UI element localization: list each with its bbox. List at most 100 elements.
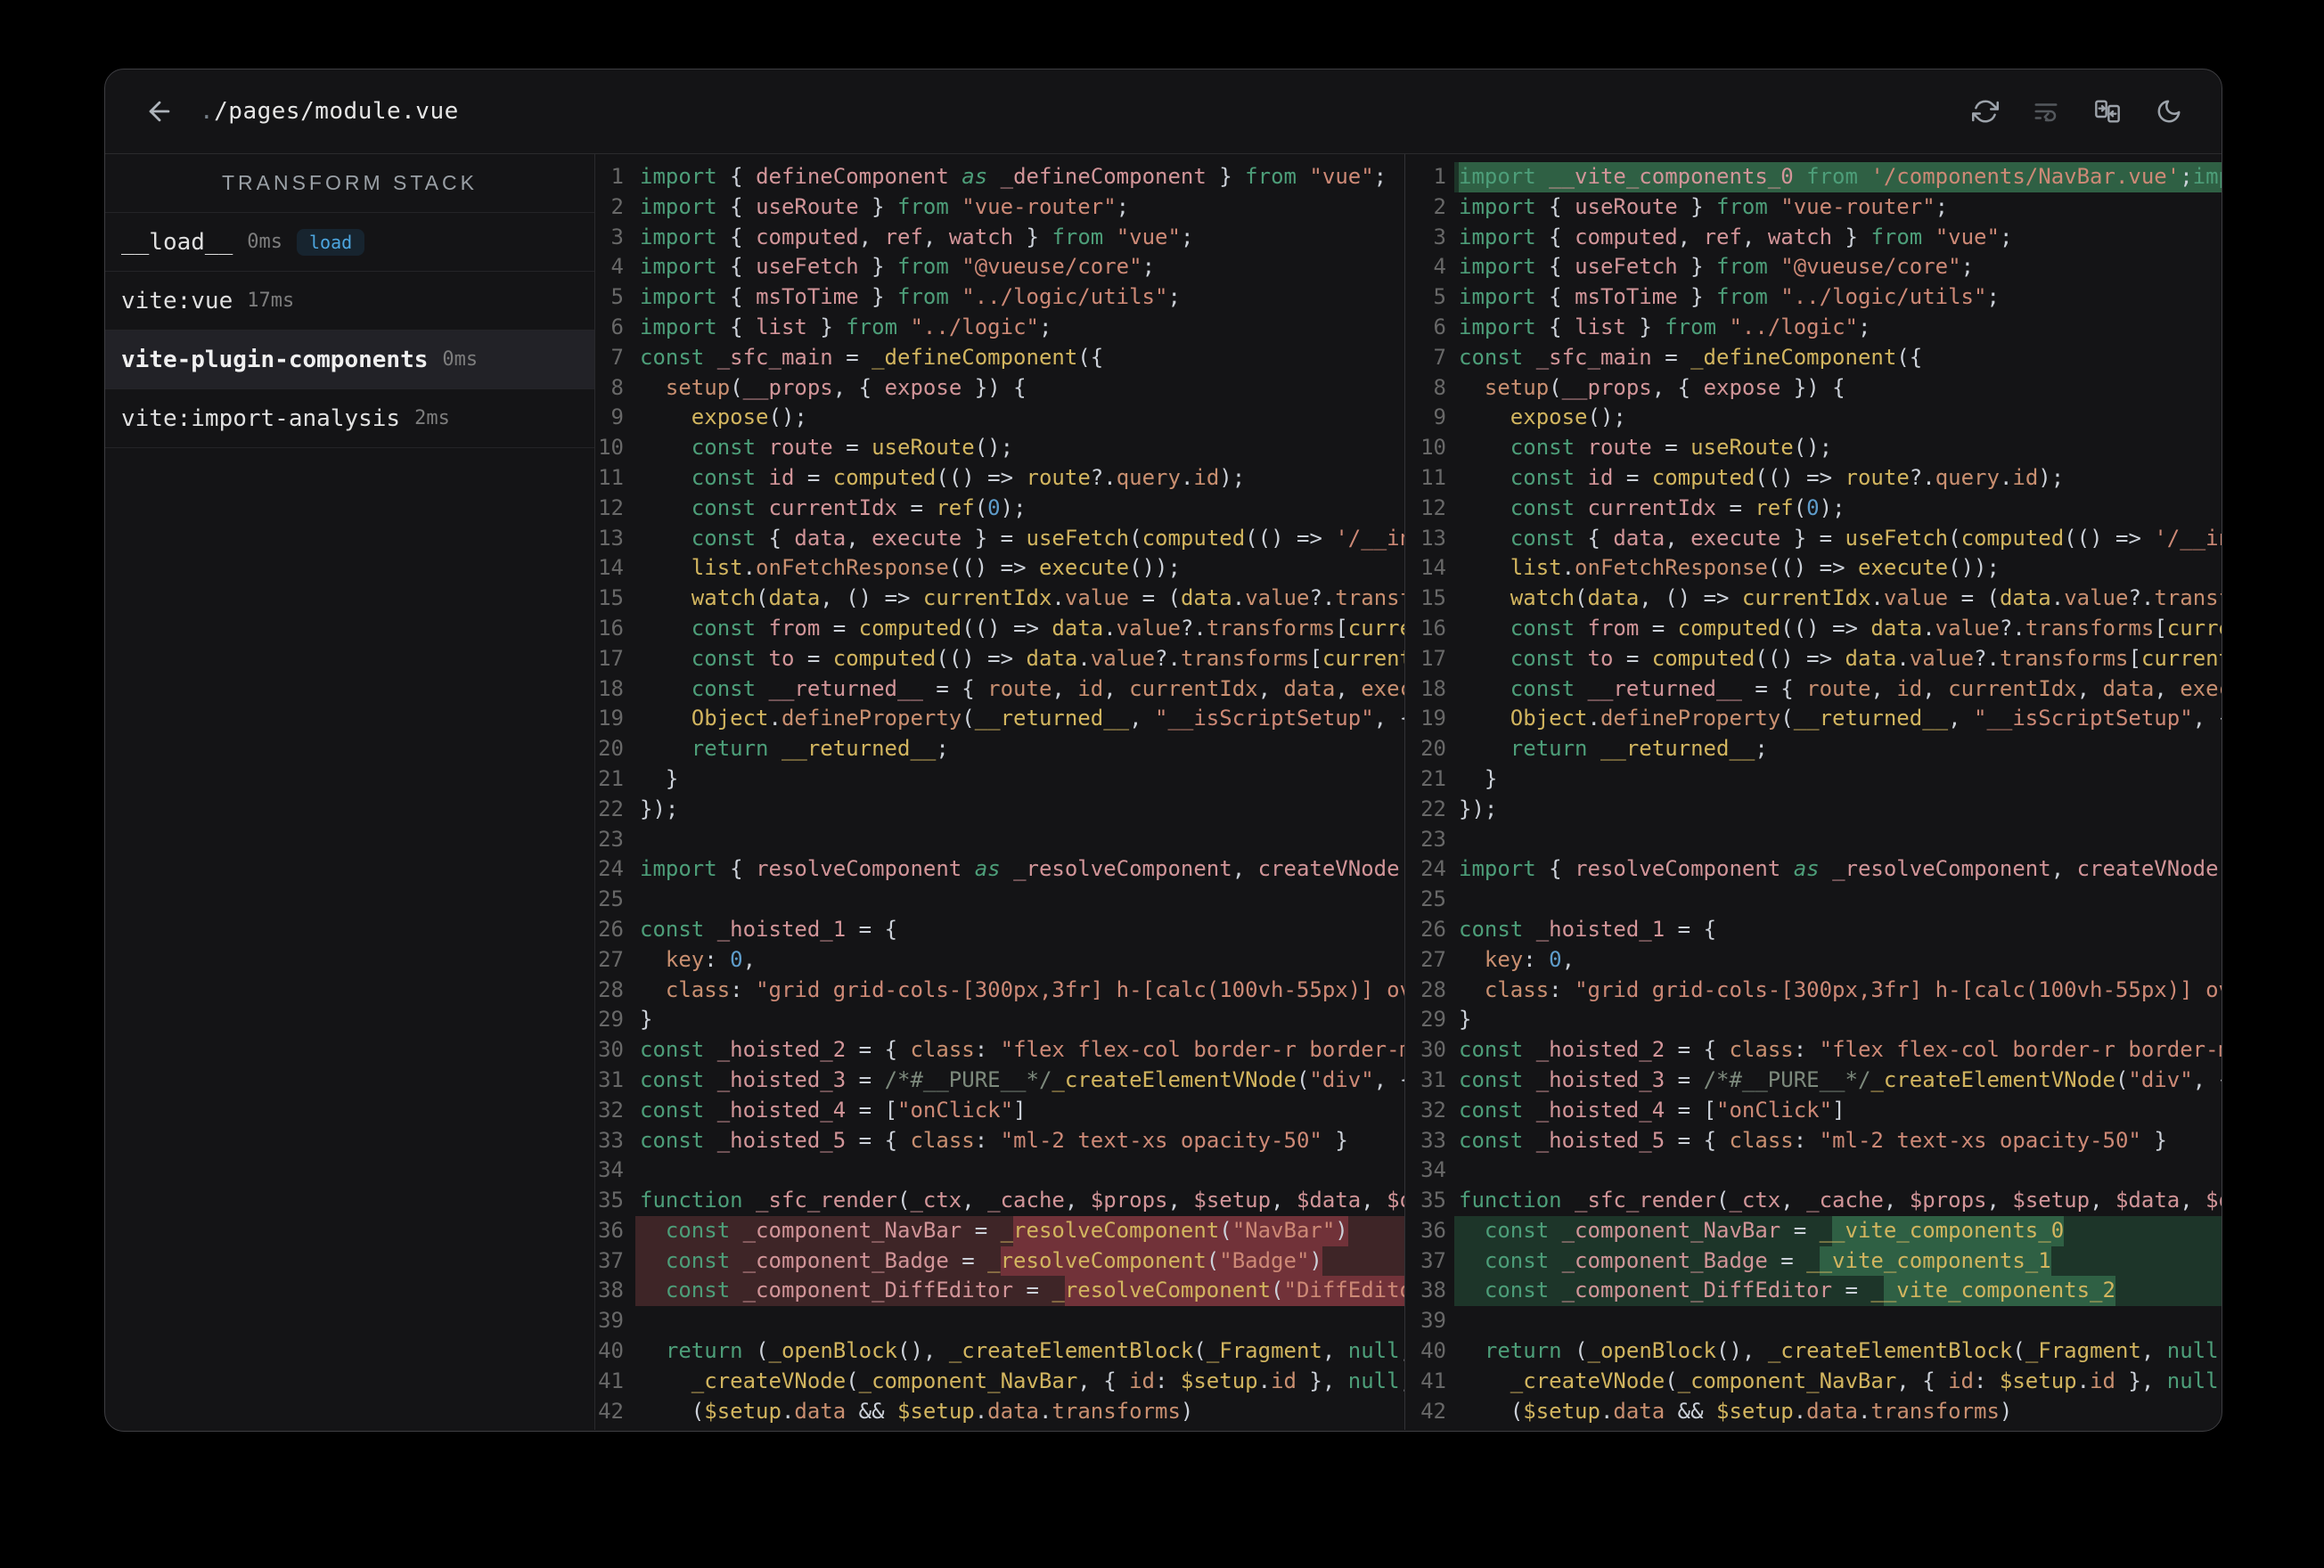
code-text: const _hoisted_1 = {	[640, 916, 898, 942]
line-number: 36	[1420, 1217, 1446, 1243]
line-number: 1	[1433, 164, 1446, 189]
line-number: 13	[598, 525, 624, 551]
line-number: 41	[1420, 1368, 1446, 1393]
code-line: 2 import { useRoute } from "vue-router";	[595, 192, 1404, 223]
sidebar-item-vite-import-analysis[interactable]: vite:import-analysis 2ms	[105, 389, 594, 448]
code-text: const from = computed(() => data.value?.…	[691, 615, 1404, 641]
side-by-side-button[interactable]	[2093, 97, 2122, 126]
refresh-button[interactable]	[1972, 98, 1999, 125]
sidebar-item-load[interactable]: __load__ 0ms load	[105, 213, 594, 272]
code-line: 18 const __returned__ = { route, id, cur…	[595, 674, 1404, 705]
code-line: 35 function _sfc_render(_ctx, _cache, $pr…	[595, 1186, 1404, 1216]
code-text: import { useRoute } from "vue-router";	[640, 193, 1130, 219]
main-area: TRANSFORM STACK __load__ 0ms load vite:vue 1…	[105, 154, 2222, 1430]
diff-added-line: import __vite_components_0 from '/compon…	[1454, 162, 2222, 192]
plugin-time: 0ms	[247, 231, 282, 253]
line-number: 29	[598, 1007, 624, 1033]
back-button[interactable]	[144, 96, 175, 127]
plugin-name: vite:import-analysis	[121, 404, 401, 432]
code-line: 16 const from = computed(() => data.valu…	[595, 614, 1404, 644]
diff-removed-line: const _component_DiffEditor = _resolveCo…	[635, 1276, 1404, 1307]
code-line: 23	[1405, 825, 2222, 855]
code-text: ($setup.data && $setup.data.transforms)	[691, 1398, 1194, 1424]
code-line: 38 const _component_DiffEditor = __vite_…	[1405, 1276, 2222, 1307]
line-number: 22	[1420, 796, 1446, 821]
line-number: 29	[1420, 1007, 1446, 1033]
diff-removed-line: const _component_Badge = _resolveCompone…	[635, 1245, 1404, 1277]
line-number: 20	[598, 736, 624, 762]
code-line: 17 const to = computed(() => data.value?…	[1405, 644, 2222, 674]
code-text: import { msToTime } from "../logic/utils…	[640, 284, 1181, 310]
dark-mode-button[interactable]	[2156, 98, 2182, 125]
code-line: 40 return (_openBlock(), _createElementB…	[1405, 1336, 2222, 1367]
line-number: 34	[598, 1157, 624, 1183]
line-number: 37	[598, 1247, 624, 1273]
line-number: 40	[1420, 1338, 1446, 1364]
line-number: 25	[1420, 886, 1446, 912]
code-line: 35 function _sfc_render(_ctx, _cache, $pr…	[1405, 1186, 2222, 1216]
code-line: 2 import { useRoute } from "vue-router";	[1405, 192, 2222, 223]
line-number: 6	[610, 314, 624, 339]
code-text: const route = useRoute();	[691, 435, 1014, 461]
line-number: 28	[598, 976, 624, 1002]
code-line: 6 import { list } from "../logic";	[1405, 313, 2222, 343]
line-number: 24	[598, 856, 624, 882]
code-text: import { useFetch } from "@vueuse/core";	[640, 254, 1156, 280]
code-line: 32 const _hoisted_4 = ["onClick"]	[1405, 1096, 2222, 1126]
sidebar-item-vite-vue[interactable]: vite:vue 17ms	[105, 272, 594, 331]
line-number: 28	[1420, 976, 1446, 1002]
diff-pane-before[interactable]: 1 import { defineComponent as _defineComp…	[595, 154, 1405, 1430]
code-text: const _hoisted_3 = /*#__PURE__*/_createE…	[1459, 1066, 2222, 1092]
code-text: const _hoisted_2 = { class: "flex flex-c…	[1459, 1037, 2222, 1063]
code-line: 8 setup(__props, { expose }) {	[1405, 373, 2222, 404]
code-text: key: 0,	[665, 946, 757, 972]
code-line: 15 watch(data, () => currentIdx.value = …	[595, 584, 1404, 614]
code-line: 21 }	[1405, 764, 2222, 795]
code-line: 36 const _component_NavBar = __vite_comp…	[1405, 1215, 2222, 1246]
page-title-prefix: .	[200, 98, 215, 125]
code-line: 10 const route = useRoute();	[595, 433, 1404, 463]
diff-pane-after[interactable]: 1 import __vite_components_0 from '/compo…	[1405, 154, 2222, 1430]
code-line: 16 const from = computed(() => data.valu…	[1405, 614, 2222, 644]
line-number: 7	[1433, 344, 1446, 370]
code-line: 12 const currentIdx = ref(0);	[1405, 494, 2222, 524]
code-text: import { msToTime } from "../logic/utils…	[1459, 284, 2000, 310]
code-line: 6 import { list } from "../logic";	[595, 313, 1404, 343]
line-number: 26	[598, 916, 624, 942]
code-text: Object.defineProperty(__returned__, "__i…	[1510, 706, 2222, 731]
line-number: 31	[598, 1066, 624, 1092]
line-wrap-button[interactable]	[2033, 98, 2059, 125]
line-number: 19	[1420, 706, 1446, 731]
code-line: 7 const _sfc_main = _defineComponent({	[595, 343, 1404, 373]
code-line: 27 key: 0,	[595, 945, 1404, 976]
line-number: 23	[598, 826, 624, 852]
code-line: 34	[1405, 1156, 2222, 1186]
line-wrap-icon	[2033, 98, 2059, 125]
code-line: 21 }	[595, 764, 1404, 795]
diff-added-line: const _component_Badge = __vite_componen…	[1454, 1245, 2222, 1277]
code-line: 20 return __returned__;	[1405, 734, 2222, 764]
code-text: ($setup.data && $setup.data.transforms)	[1510, 1398, 2013, 1424]
line-number: 9	[610, 404, 624, 430]
line-number: 36	[598, 1217, 624, 1243]
code-text: const to = computed(() => data.value?.tr…	[1510, 645, 2222, 671]
code-line: 1 import __vite_components_0 from '/compo…	[1405, 162, 2222, 192]
line-number: 8	[1433, 374, 1446, 400]
line-number: 12	[1420, 494, 1446, 520]
code-text: function _sfc_render(_ctx, _cache, $prop…	[1459, 1188, 2222, 1213]
sidebar-item-vite-plugin-components[interactable]: vite-plugin-components 0ms	[105, 331, 594, 389]
code-text: const _sfc_main = _defineComponent({	[640, 344, 1104, 370]
line-number: 42	[598, 1398, 624, 1424]
code-line: 42 ($setup.data && $setup.data.transform…	[595, 1397, 1404, 1427]
code-text: const route = useRoute();	[1510, 435, 1833, 461]
code-line: 26 const _hoisted_1 = {	[1405, 915, 2222, 945]
code-text: watch(data, () => currentIdx.value = (da…	[691, 585, 1404, 611]
line-number: 18	[598, 675, 624, 701]
code-line: 11 const id = computed(() => route?.quer…	[595, 463, 1404, 494]
code-text: const { data, execute } = useFetch(compu…	[691, 525, 1404, 551]
plugin-time: 2ms	[414, 407, 450, 429]
